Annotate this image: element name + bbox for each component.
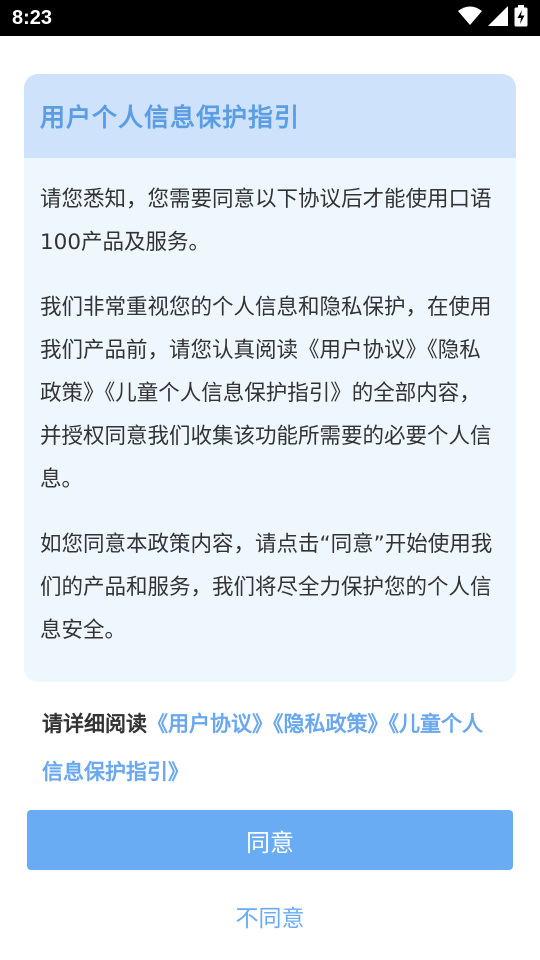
status-time: 8:23: [12, 7, 53, 29]
status-bar: 8:23: [0, 0, 540, 36]
read-agreements-line: 请详细阅读《用户协议》《隐私政策》《儿童个人信息保护指引》: [42, 700, 502, 796]
user-agreement-link[interactable]: 《用户协议》: [147, 712, 273, 736]
privacy-dialog-card: 用户个人信息保护指引 请您悉知，您需要同意以下协议后才能使用口语100产品及服务…: [24, 74, 516, 682]
signal-icon: [488, 6, 508, 30]
dialog-paragraph: 我们非常重视您的个人信息和隐私保护，在使用我们产品前，请您认真阅读《用户协议》《…: [40, 295, 492, 492]
dialog-paragraph: 如您同意本政策内容，请点击“同意”开始使用我们的产品和服务，我们将尽全力保护您的…: [40, 532, 493, 643]
dialog-paragraph: 请您悉知，您需要同意以下协议后才能使用口语100产品及服务。: [40, 187, 492, 255]
battery-charging-icon: [514, 5, 528, 31]
read-prompt-label: 请详细阅读: [42, 712, 147, 736]
dialog-title: 用户个人信息保护指引: [40, 103, 301, 132]
status-icons: [458, 5, 528, 31]
dialog-body: 请您悉知，您需要同意以下协议后才能使用口语100产品及服务。 我们非常重视您的个…: [24, 158, 516, 652]
disagree-button[interactable]: 不同意: [27, 888, 513, 944]
dialog-header: 用户个人信息保护指引: [24, 74, 516, 158]
privacy-policy-link[interactable]: 《隐私政策》: [273, 712, 389, 736]
agree-button[interactable]: 同意: [27, 810, 513, 870]
wifi-icon: [458, 6, 482, 30]
